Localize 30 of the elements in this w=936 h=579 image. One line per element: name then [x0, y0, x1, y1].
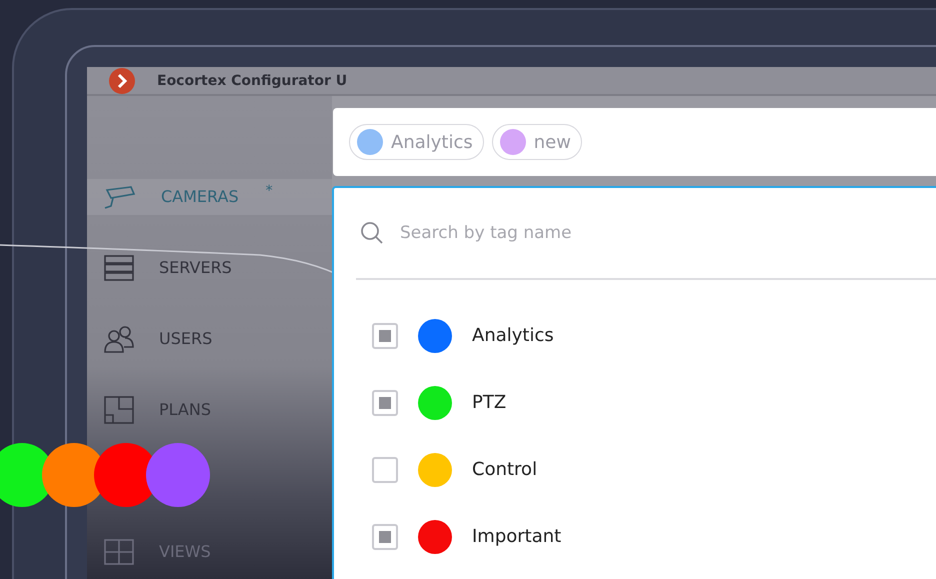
sidebar-item[interactable]: USERS — [87, 320, 332, 356]
tag-label: Analytics — [472, 325, 554, 346]
sidebar-label: CAMERAS — [161, 187, 239, 206]
checkbox[interactable] — [372, 524, 398, 550]
checkbox[interactable] — [372, 456, 398, 482]
sidebar-label: VIEWS — [159, 542, 211, 561]
tag-label: PTZ — [472, 392, 506, 413]
users-icon — [103, 324, 135, 352]
tag-label: Important — [472, 526, 562, 547]
floor-plan-icon — [103, 394, 135, 424]
sidebar-label: USERS — [159, 329, 212, 348]
search-icon — [360, 221, 384, 245]
search-field[interactable]: Search by tag name — [398, 222, 802, 244]
tag-label: Control — [472, 459, 538, 480]
server-icon — [103, 254, 135, 282]
camera-icon — [103, 184, 137, 210]
sidebar-item[interactable]: SERVERS — [87, 250, 332, 286]
sidebar-item[interactable]: PLANS — [87, 392, 332, 428]
grid-icon — [103, 538, 135, 566]
logo-icon — [109, 68, 135, 94]
checkbox[interactable] — [372, 390, 398, 416]
tag-chip[interactable]: new — [492, 124, 582, 160]
sidebar-item[interactable]: CAMERAS * — [87, 178, 332, 214]
sidebar-label: SERVERS — [159, 258, 232, 277]
checkbox[interactable] — [372, 322, 398, 348]
sidebar-label: PLANS — [159, 400, 211, 419]
tag-chip[interactable]: Analytics — [349, 124, 484, 160]
window-title: Eocortex Configurator U — [157, 72, 348, 88]
modified-mark: * — [266, 182, 273, 198]
sidebar-item[interactable]: VIEWS — [87, 534, 332, 570]
